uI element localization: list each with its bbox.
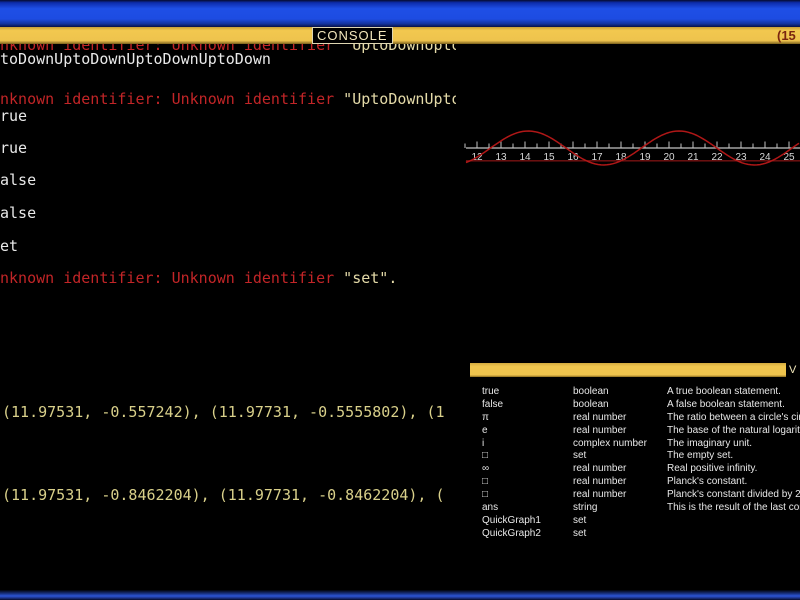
x-tick-label: 17 — [591, 152, 603, 163]
variable-type: real number — [573, 424, 627, 436]
variable-row[interactable]: true boolean A true boolean statement. — [480, 386, 800, 399]
variable-description: A false boolean statement. — [667, 398, 785, 410]
variable-name: QuickGraph2 — [482, 527, 541, 539]
console-text-segment: nknown identifier: Unknown identifier — [0, 90, 344, 108]
variable-type: real number — [573, 411, 627, 423]
x-tick-label: 13 — [495, 152, 507, 163]
console-text-segment: toDownUptoDownUptoDownUptoDown — [0, 50, 271, 68]
variable-name: true — [482, 386, 500, 397]
variable-description: This is the result of the last computati… — [667, 502, 800, 514]
variable-type: real number — [573, 489, 627, 501]
console-line: nknown identifier: Unknown identifier "U… — [0, 91, 456, 107]
variable-type: string — [573, 502, 598, 514]
console-line: alse — [0, 205, 36, 221]
console-title-bar: CONSOLE (15 — [0, 27, 800, 44]
console-text-segment: "UptoDownUptoDownUptoDownUptoDown". — [343, 44, 456, 54]
variable-name: □ — [482, 450, 489, 462]
window-top-bar — [0, 0, 800, 27]
x-tick-label: 21 — [687, 152, 699, 163]
calculator-app-screen: { "window": { "console_title": "CONSOLE"… — [0, 0, 800, 600]
variable-row[interactable]: ∞ real number Real positive infinity. — [480, 463, 800, 476]
console-title-right-text: (15 — [777, 28, 796, 43]
variable-name: □ — [482, 489, 489, 501]
variable-type: real number — [573, 463, 627, 475]
variable-row[interactable]: □ set The empty set. — [480, 450, 800, 463]
x-tick-label: 19 — [639, 152, 651, 163]
console-line: rue — [0, 140, 27, 156]
variable-description: A true boolean statement. — [667, 386, 781, 397]
console-text-segment: rue — [0, 139, 28, 157]
variable-type: boolean — [573, 386, 609, 397]
variable-row[interactable]: □ real number Planck's constant. — [480, 476, 800, 489]
x-tick-label: 14 — [519, 152, 531, 163]
console-line: alse — [0, 172, 36, 188]
variable-type: set — [573, 527, 587, 539]
variable-row[interactable]: e real number The base of the natural loga… — [480, 425, 800, 438]
window-bottom-bar — [0, 590, 800, 600]
variables-panel-title: V — [786, 363, 800, 377]
console-text-segment: nknown identifier: Unknown identifier — [0, 269, 344, 287]
console-text-segment: "set". — [343, 269, 398, 287]
console-text-segment: et — [0, 237, 19, 255]
console-text-segment: alse — [0, 171, 37, 189]
variable-name: ans — [482, 502, 499, 514]
console-text-segment: "UptoDownUptoDownUptoDownUptoDown". — [343, 90, 456, 108]
variable-description: The empty set. — [667, 450, 734, 462]
variable-row[interactable]: π real number The ratio between a circle's… — [480, 412, 800, 425]
console-line: et — [0, 238, 18, 254]
variable-name: ∞ — [482, 463, 490, 475]
variable-type: complex number — [573, 437, 647, 449]
variable-name: QuickGraph1 — [482, 514, 541, 526]
console-line: rue — [0, 108, 27, 124]
x-tick-label: 22 — [711, 152, 723, 163]
variable-row[interactable]: QuickGraph2 set — [480, 528, 800, 541]
console-text-segment: (11.97531, -0.8462204), (11.97731, -0.84… — [2, 486, 445, 504]
console-text-segment: rue — [0, 107, 28, 125]
variable-name: i — [482, 437, 485, 449]
variable-description: The ratio between a circle's circumferen… — [667, 411, 800, 423]
variable-description: Real positive infinity. — [667, 463, 758, 475]
console-title: CONSOLE — [312, 27, 393, 44]
variable-type: real number — [573, 476, 627, 488]
console-line: toDownUptoDownUptoDownUptoDown — [0, 51, 271, 67]
variable-name: false — [482, 398, 504, 410]
variable-description: The imaginary unit. — [667, 437, 753, 449]
variable-row[interactable]: false boolean A false boolean statement. — [480, 399, 800, 412]
variable-description: Planck's constant. — [667, 476, 748, 488]
variable-description: Planck's constant divided by 2π. — [667, 489, 800, 501]
variable-row[interactable]: QuickGraph1 set — [480, 515, 800, 528]
variable-type: set — [573, 450, 587, 462]
variable-name: e — [482, 424, 488, 436]
variable-row[interactable]: □ real number Planck's constant divided by… — [480, 489, 800, 502]
variables-panel-header: V — [470, 363, 800, 377]
console-line: (11.97531, -0.8462204), (11.97731, -0.84… — [2, 487, 445, 503]
variable-name: π — [482, 411, 489, 423]
variable-row[interactable]: ans string This is the result of the last … — [480, 502, 800, 515]
quickgraph-plot[interactable]: 12 13 14 15 16 17 18 19 20 21 22 23 24 25 — [460, 118, 800, 176]
console-output-pane[interactable]: nknown identifier: Unknown identifier "U… — [0, 44, 456, 556]
variables-table: true boolean A true boolean statement. fals… — [480, 386, 800, 541]
console-text-segment: (11.97531, -0.557242), (11.97731, -0.555… — [2, 403, 445, 421]
x-tick-label: 20 — [663, 152, 675, 163]
console-line: (11.97531, -0.557242), (11.97731, -0.555… — [2, 404, 445, 420]
console-text-segment: alse — [0, 204, 37, 222]
variable-name: □ — [482, 476, 489, 488]
console-line: nknown identifier: Unknown identifier "s… — [0, 270, 397, 286]
variable-row[interactable]: i complex number The imaginary unit. — [480, 438, 800, 451]
variable-type: boolean — [573, 398, 609, 410]
variable-type: set — [573, 514, 587, 526]
variable-description: The base of the natural logarithm. — [667, 424, 800, 436]
x-tick-label: 15 — [543, 152, 555, 163]
